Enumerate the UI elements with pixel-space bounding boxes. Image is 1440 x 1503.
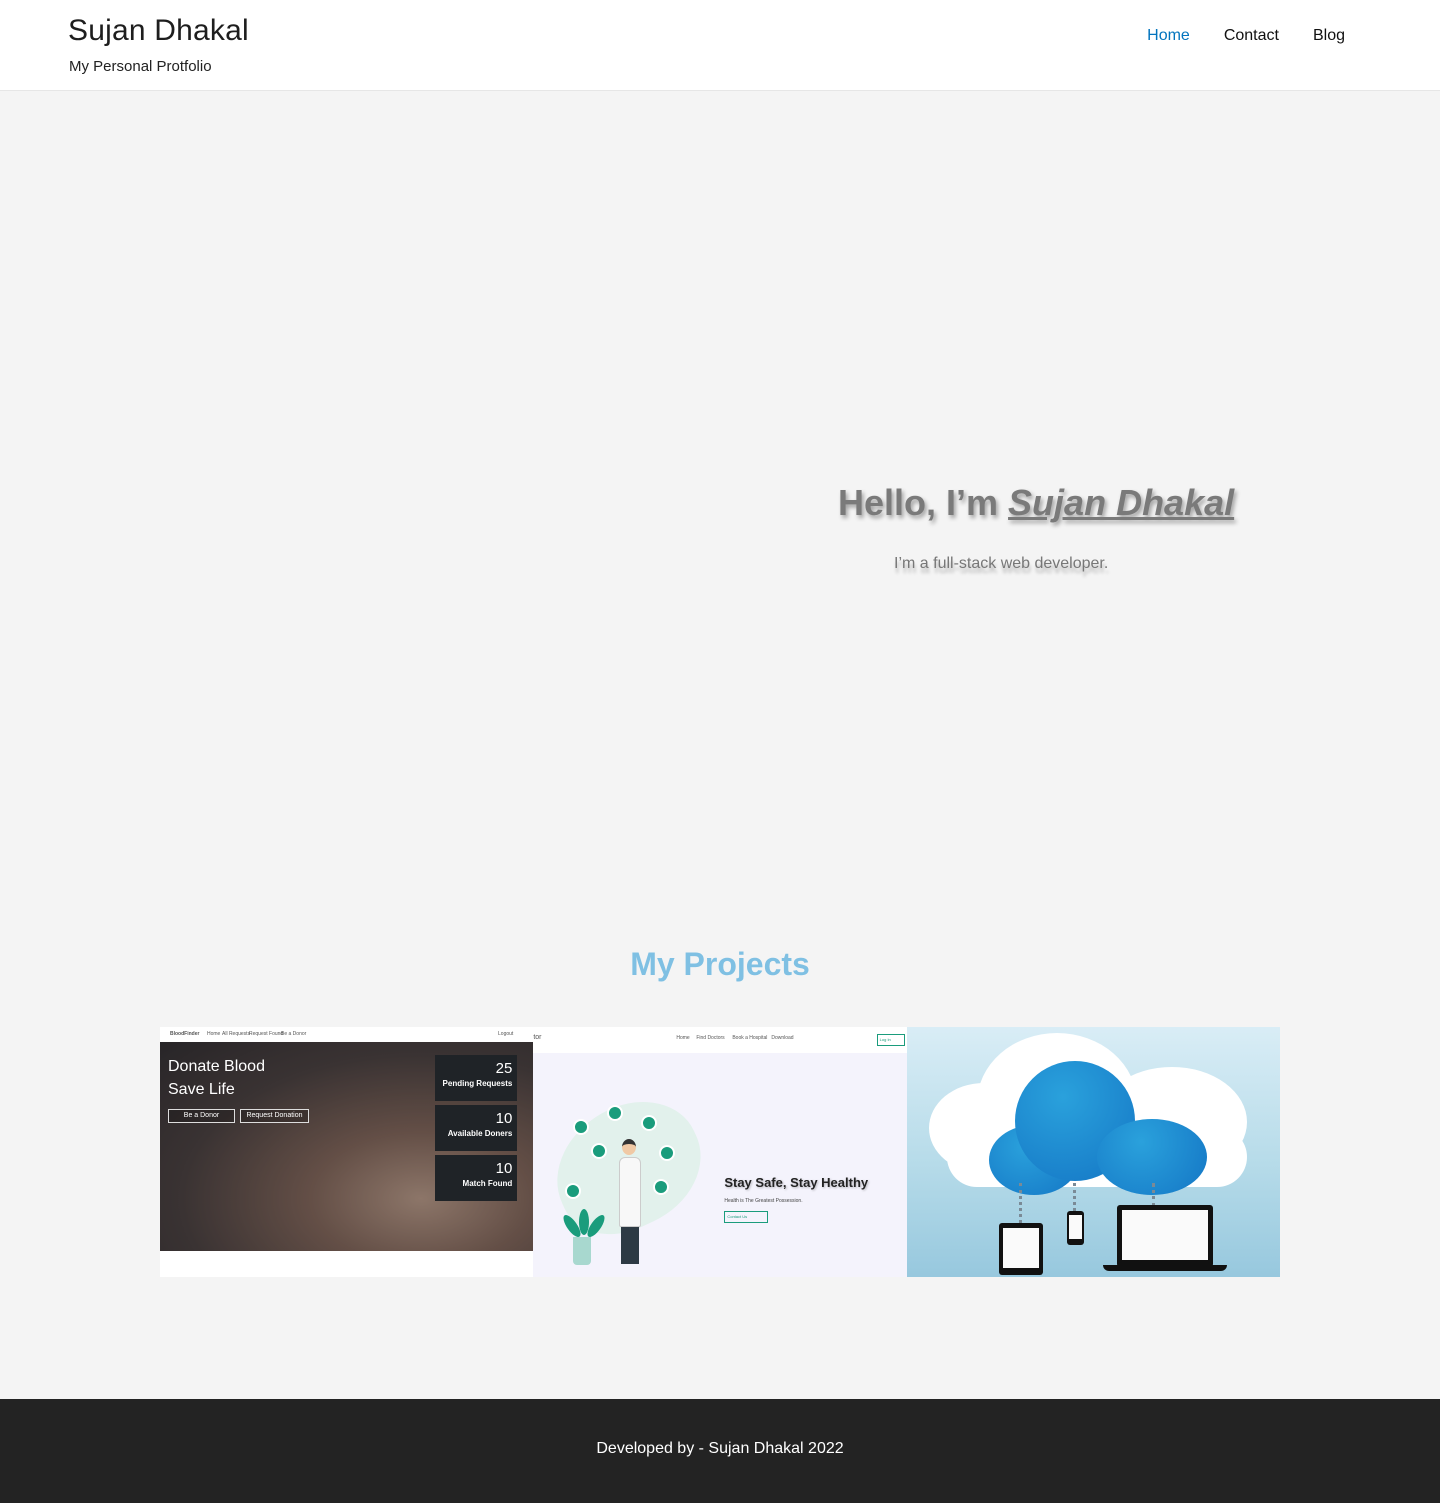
main-nav: Home Contact Blog (1147, 27, 1345, 45)
project-nav-link: Find Doctors (696, 1035, 725, 1041)
project-nav-link: All Requests (222, 1031, 251, 1037)
project-card-blood-finder[interactable]: BloodFinder Home All Requests Request Fo… (160, 1027, 534, 1277)
projects-title: My Projects (630, 946, 810, 982)
project-nav-link: Book a Hospital (732, 1035, 768, 1041)
stat-value: 10 (495, 1110, 513, 1127)
hero-section: Hello, I’m Sujan Dhakal I’m a full-stack… (0, 91, 1440, 921)
stat-available: 10 Available Doners (435, 1105, 518, 1151)
projects-grid: BloodFinder Home All Requests Request Fo… (160, 1027, 1280, 1277)
site-footer: Developed by - Sujan Dhakal 2022 (0, 1399, 1440, 1503)
nav-contact-link[interactable]: Contact (1224, 27, 1279, 45)
project-nav-link: Logout (498, 1031, 514, 1037)
hero-greeting: Hello, I’m (838, 482, 1009, 523)
project-headline-line: Save Life (168, 1081, 235, 1098)
request-donation-button: Request Donation (240, 1109, 309, 1123)
project-card-find-doctor[interactable]: tor Home Find Doctors Book a Hospital Do… (533, 1027, 907, 1277)
connection-line (1072, 1183, 1076, 1211)
contact-us-button: Contact Us (724, 1211, 769, 1223)
be-donor-button: Be a Donor (168, 1109, 235, 1123)
laptop-icon (1116, 1205, 1213, 1267)
connection-line (1018, 1183, 1022, 1223)
project-navbar: tor Home Find Doctors Book a Hospital Do… (533, 1027, 907, 1053)
project-small-text: Health is The Greatest Possession. (724, 1198, 803, 1204)
project-headline-line: Donate Blood (168, 1058, 265, 1075)
project-slogan: Stay Safe, Stay Healthy (724, 1175, 869, 1190)
plant-pot-icon (573, 1237, 592, 1265)
project-navbar: BloodFinder Home All Requests Request Fo… (160, 1027, 534, 1042)
doctor-illustration (619, 1157, 642, 1227)
stat-match: 10 Match Found (435, 1155, 518, 1201)
stat-label: Available Doners (447, 1129, 513, 1138)
project-nav-link: Be a Donor (281, 1031, 307, 1037)
nav-blog-link[interactable]: Blog (1313, 27, 1345, 45)
tablet-icon (998, 1223, 1043, 1275)
footer-credit: Developed by - Sujan Dhakal 2022 (596, 1440, 844, 1457)
stat-value: 25 (495, 1060, 513, 1077)
project-headline: Donate Blood Save Life (168, 1055, 265, 1101)
hero-subtitle: I’m a full-stack web developer. (894, 555, 1109, 572)
stat-pending: 25 Pending Requests (435, 1055, 518, 1101)
project-nav-link: Home (676, 1035, 690, 1041)
project-nav-link: Download (771, 1035, 794, 1041)
stat-value: 10 (495, 1160, 513, 1177)
site-title[interactable]: Sujan Dhakal (68, 14, 249, 48)
connection-line (1151, 1183, 1155, 1207)
laptop-base-icon (1102, 1265, 1227, 1271)
login-button: Log In (876, 1034, 905, 1046)
site-tagline: My Personal Protfolio (69, 58, 212, 75)
project-nav-link: Home (207, 1031, 221, 1037)
project-card-cloud-sync[interactable] (906, 1027, 1280, 1277)
stat-label: Pending Requests (442, 1079, 513, 1088)
hero-heading: Hello, I’m Sujan Dhakal (838, 482, 1234, 524)
project-nav-link: Request Found (249, 1031, 284, 1037)
hero-name: Sujan Dhakal (1008, 482, 1235, 523)
project-brand: BloodFinder (170, 1031, 200, 1037)
phone-icon (1066, 1211, 1084, 1245)
project-brand: tor (533, 1034, 542, 1041)
nav-home-link[interactable]: Home (1147, 27, 1190, 45)
doctor-legs (621, 1222, 640, 1264)
stat-label: Match Found (462, 1179, 513, 1188)
site-header: Sujan Dhakal My Personal Protfolio Home … (0, 0, 1440, 91)
